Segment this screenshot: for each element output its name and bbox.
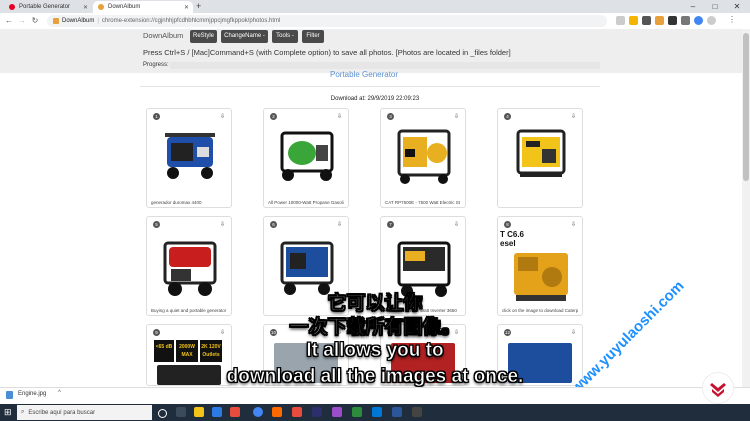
photo-card[interactable]: 2 ⇩ All Power 10000-Watt Propane Gasoli — [263, 108, 349, 208]
maximize-button[interactable]: □ — [704, 0, 726, 13]
extension-4-icon[interactable] — [681, 16, 690, 25]
mail-icon[interactable] — [212, 407, 222, 417]
photoshop-icon[interactable] — [312, 407, 322, 417]
tab-downalbum[interactable]: DownAlbum ✕ — [93, 1, 193, 13]
download-icon[interactable]: ⇩ — [220, 221, 225, 228]
task-view-icon[interactable] — [176, 407, 186, 417]
photo-card[interactable]: 1 ⇩ generador duromax 4400 — [146, 108, 232, 208]
downalbum-icon — [98, 4, 104, 10]
photo-card[interactable]: 3 ⇩ CAT RP7500E - 7500 Watt Electric St — [380, 108, 466, 208]
download-icon[interactable]: ⇩ — [337, 221, 342, 228]
extension-3-icon[interactable] — [668, 16, 677, 25]
save-instructions: Press Ctrl+S / [Mac]Command+S (with Comp… — [143, 48, 511, 57]
subtitle-en-line2: download all the images at once. — [226, 366, 524, 388]
download-icon[interactable]: ⇩ — [337, 113, 342, 120]
reload-icon[interactable]: ↻ — [29, 13, 41, 29]
subtitle-en-line1: It allows you to — [306, 340, 444, 362]
card-number: 4 — [504, 113, 511, 120]
card-number: 1 — [153, 113, 160, 120]
pinterest-icon — [9, 4, 15, 10]
extension-2-icon[interactable] — [655, 16, 664, 25]
download-timestamp: Download at: 29/9/2019 22:09:23 — [330, 96, 420, 102]
brand: DownAlbum — [143, 31, 184, 40]
app-3-icon[interactable] — [292, 407, 302, 417]
card-caption: CAT RP7500E - 7500 Watt Electric St — [385, 200, 460, 205]
menu-icon[interactable]: ⋮ — [728, 15, 736, 24]
scrollbar-thumb[interactable] — [743, 33, 749, 181]
chevron-up-icon[interactable]: ^ — [58, 390, 61, 396]
extension-5-icon[interactable] — [694, 16, 703, 25]
taskbar-search-placeholder: Escribe aquí para buscar — [28, 409, 96, 416]
card-number: 8 — [504, 221, 511, 228]
download-icon[interactable]: ⇩ — [571, 221, 576, 228]
wen-generator-image[interactable] — [508, 123, 572, 189]
tools-button[interactable]: Tools - — [272, 30, 298, 43]
subtitle-zh-line1: 它可以让你 — [327, 293, 423, 315]
changename-button[interactable]: ChangeName - — [221, 30, 268, 43]
file-icon — [6, 391, 13, 399]
progress-bar — [170, 62, 600, 69]
yellow-generator-image[interactable] — [391, 123, 455, 189]
taskbar-search[interactable]: ⌕ Escribe aquí para buscar — [17, 405, 152, 420]
search-icon: ⌕ — [21, 409, 25, 415]
star-icon[interactable] — [629, 16, 638, 25]
address-site-label: DownAlbum — [62, 18, 95, 24]
filter-button[interactable]: Filter — [302, 30, 324, 43]
extension-icon — [53, 18, 59, 24]
download-icon[interactable]: ⇩ — [454, 221, 459, 228]
app-4-icon[interactable] — [332, 407, 342, 417]
translate-icon[interactable] — [616, 16, 625, 25]
address-separator: | — [97, 18, 99, 24]
card-caption: generador duromax 4400 — [151, 200, 202, 205]
profile-avatar[interactable] — [707, 16, 716, 25]
card-number: 6 — [270, 221, 277, 228]
download-icon[interactable]: ⇩ — [454, 113, 459, 120]
address-bar[interactable]: DownAlbum | chrome-extension://cgjnhhjpf… — [47, 15, 607, 27]
forward-icon[interactable]: → — [16, 13, 28, 29]
word-icon[interactable] — [392, 407, 402, 417]
app-5-icon[interactable] — [352, 407, 362, 417]
card-number: 5 — [153, 221, 160, 228]
restyle-button[interactable]: ReStyle — [190, 30, 217, 43]
new-tab-button[interactable]: + — [196, 1, 201, 11]
page-title: Portable Generator — [330, 70, 399, 79]
card-number: 7 — [387, 221, 394, 228]
back-icon[interactable]: ← — [3, 13, 15, 29]
download-shelf — [0, 387, 750, 405]
address-url: chrome-extension://cgjnhhjpfcdhbhlcmmjpp… — [101, 18, 281, 24]
app-icon[interactable] — [230, 407, 240, 417]
cortana-icon[interactable] — [158, 409, 167, 418]
tab-portable-generator[interactable]: Portable Generator ✕ — [4, 1, 92, 13]
chrome-icon[interactable] — [253, 407, 263, 417]
file-explorer-icon[interactable] — [194, 407, 204, 417]
card-number: 2 — [270, 113, 277, 120]
close-window-button[interactable]: ✕ — [726, 0, 748, 13]
app-6-icon[interactable] — [372, 407, 382, 417]
close-icon[interactable]: ✕ — [184, 4, 189, 11]
download-file-name[interactable]: Engine.jpg — [18, 391, 46, 397]
photo-card[interactable]: 4 ⇩ — [497, 108, 583, 208]
card-caption: All Power 10000-Watt Propane Gasoli — [268, 200, 344, 205]
tab-label: DownAlbum — [108, 4, 141, 10]
progress-label: Progress: — [143, 62, 169, 68]
extension-1-icon[interactable] — [642, 16, 651, 25]
close-icon[interactable]: ✕ — [83, 4, 88, 11]
minimize-button[interactable]: – — [682, 0, 704, 13]
app-7-icon[interactable] — [412, 407, 422, 417]
download-icon[interactable]: ⇩ — [220, 113, 225, 120]
channel-logo — [702, 372, 734, 404]
tab-label: Portable Generator — [19, 4, 71, 10]
windows-start-icon[interactable]: ⊞ — [4, 407, 12, 418]
engine-overlay-text: T C6.6 esel — [500, 230, 525, 248]
download-icon[interactable]: ⇩ — [571, 113, 576, 120]
green-generator-image[interactable] — [274, 123, 338, 189]
card-number: 3 — [387, 113, 394, 120]
app-2-icon[interactable] — [272, 407, 282, 417]
divider — [140, 86, 600, 87]
blue-generator-image[interactable] — [157, 123, 221, 189]
